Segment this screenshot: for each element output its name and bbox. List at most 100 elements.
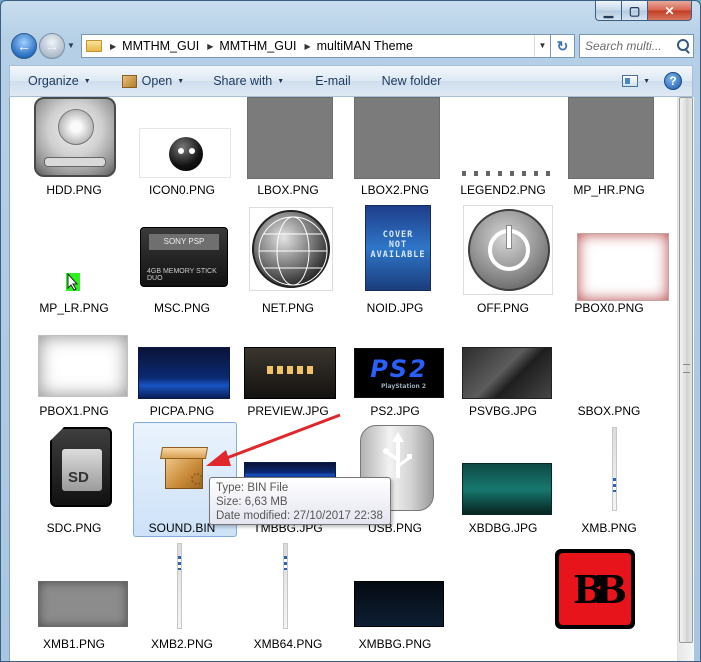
file-name-label[interactable]: PBOX0.PNG (557, 301, 661, 315)
file-name-label[interactable]: MP_HR.PNG (557, 183, 661, 197)
search-icon[interactable] (677, 39, 691, 53)
file-name-label[interactable]: MP_LR.PNG (22, 301, 126, 315)
close-button[interactable]: ✕ (648, 1, 692, 21)
blue-wave-icon (138, 347, 230, 399)
tooltip-size: Size: 6,63 MB (216, 496, 288, 508)
file-name-label[interactable]: OFF.PNG (451, 301, 555, 315)
gray-box-icon (247, 97, 333, 179)
file-name-label[interactable]: PS2.JPG (343, 404, 447, 418)
file-name-label[interactable]: PICPA.PNG (130, 404, 234, 418)
xmb-preview-icon (244, 347, 336, 399)
forward-button[interactable]: → (39, 33, 65, 59)
vertical-scrollbar[interactable] (677, 97, 694, 661)
open-label: Open (141, 74, 173, 88)
back-button[interactable]: ← (11, 33, 37, 59)
gray-box-icon (568, 97, 654, 179)
breadcrumb-item[interactable]: multiMAN Theme (317, 39, 413, 53)
folder-icon (86, 40, 102, 52)
black-orb-icon (139, 128, 231, 178)
file-name-label[interactable]: XMB.PNG (557, 521, 661, 535)
file-name-label[interactable]: XMB1.PNG (22, 637, 126, 651)
breadcrumb-separator-icon[interactable]: ▶ (207, 42, 213, 51)
scrollbar-thumb[interactable] (679, 97, 693, 643)
search-input[interactable] (585, 39, 677, 53)
file-name-label[interactable]: HDD.PNG (22, 183, 126, 197)
chevron-down-icon: ▼ (67, 41, 75, 50)
file-name-label[interactable]: NOID.JPG (343, 301, 447, 315)
tooltip-modified: Date modified: 27/10/2017 22:38 (216, 510, 383, 522)
open-button[interactable]: Open ▼ (100, 66, 194, 96)
file-tooltip: Type: BIN File Size: 6,63 MB Date modifi… (209, 477, 391, 525)
address-bar[interactable]: ▶ MMTHM_GUI ▶ MMTHM_GUI ▶ multiMAN Theme… (81, 34, 551, 58)
breadcrumb-item[interactable]: MMTHM_GUI (219, 39, 296, 53)
file-name-label[interactable]: XBDBG.JPG (451, 521, 555, 535)
hard-drive-icon (34, 97, 116, 177)
teal-rain-icon (462, 463, 552, 515)
package-box-icon (159, 445, 209, 491)
file-name-label[interactable]: MSC.PNG (130, 301, 234, 315)
file-list: HDD.PNG ICON0.PNG LBOX.PNG LBOX2.PNG LEGEND2… (9, 97, 694, 661)
breadcrumb-separator-icon[interactable]: ▶ (110, 42, 116, 51)
red-bb-logo-icon: BB (555, 549, 635, 629)
file-name-label[interactable]: LBOX.PNG (236, 183, 340, 197)
chevron-down-icon: ▼ (177, 77, 185, 85)
command-bar-right: ▼ ? (622, 66, 692, 96)
ps2-logo-icon: PS2 PlayStation 2 (354, 348, 444, 398)
organize-menu[interactable]: Organize ▼ (10, 66, 100, 96)
explorer-window: ▁ ▢ ✕ ← → ▼ ▶ MMTHM_GUI ▶ MMTHM_GUI ▶ mu… (0, 0, 701, 662)
file-name-label[interactable]: LEGEND2.PNG (451, 183, 555, 197)
cursor-green-small-icon (66, 272, 80, 291)
package-icon (121, 74, 137, 88)
file-name-label[interactable]: PREVIEW.JPG (236, 404, 340, 418)
search-box (579, 34, 694, 58)
file-name-label[interactable]: LBOX2.PNG (343, 183, 447, 197)
change-view-icon[interactable] (622, 75, 639, 87)
chevron-down-icon: ▼ (538, 41, 547, 50)
tooltip-type: Type: BIN File (216, 482, 289, 494)
chevron-down-icon: ▼ (277, 77, 285, 85)
dark-blue-gradient-icon (354, 581, 444, 627)
globe-icon (249, 207, 333, 291)
command-bar: Organize ▼ Open ▼ Share with ▼ E-mail New f… (9, 65, 693, 97)
memory-stick-icon: SONY PSP 4GB MEMORY STICK DUO (138, 223, 230, 293)
new-folder-button[interactable]: New folder (360, 66, 451, 96)
red-glow-frame-icon (577, 233, 669, 301)
power-button-icon (463, 205, 553, 295)
arrow-shaft (223, 413, 341, 461)
address-history-dropdown[interactable]: ▼ (534, 35, 550, 57)
gray-frame-icon (38, 581, 128, 627)
file-name-label[interactable]: PBOX1.PNG (22, 404, 126, 418)
refresh-button[interactable]: ↻ (551, 34, 575, 58)
file-name-label[interactable]: SDC.PNG (22, 521, 126, 535)
chevron-down-icon: ▼ (83, 77, 91, 85)
minimize-button[interactable]: ▁ (595, 1, 622, 21)
file-name-label[interactable]: SBOX.PNG (557, 404, 661, 418)
new-folder-label: New folder (381, 74, 442, 88)
breadcrumb-separator-icon[interactable]: ▶ (304, 42, 310, 51)
chevron-down-icon[interactable]: ▼ (643, 78, 650, 85)
vertical-strip-icon (612, 427, 617, 511)
navigation-bar: ← → ▼ ▶ MMTHM_GUI ▶ MMTHM_GUI ▶ multiMAN… (9, 31, 694, 61)
maximize-button[interactable]: ▢ (622, 1, 648, 21)
dark-texture-icon (462, 347, 552, 399)
file-name-label[interactable]: XMBBG.PNG (343, 637, 447, 651)
recent-pages-dropdown[interactable]: ▼ (67, 41, 75, 50)
cover-not-available-icon: COVER NOT AVAILABLE (365, 205, 431, 291)
help-icon[interactable]: ? (664, 72, 682, 90)
file-name-label[interactable]: XMB2.PNG (130, 637, 234, 651)
arrow-left-icon: ← (17, 38, 31, 54)
white-glow-frame-icon (38, 335, 128, 397)
sd-card-icon: SD (46, 427, 116, 509)
gray-box-icon (354, 97, 440, 179)
file-name-label[interactable]: XMB64.PNG (236, 637, 340, 651)
breadcrumb-item[interactable]: MMTHM_GUI (122, 39, 199, 53)
file-name-label[interactable]: PSVBG.JPG (451, 404, 555, 418)
share-with-label: Share with (213, 74, 273, 88)
caption-buttons: ▁ ▢ ✕ (595, 1, 692, 22)
email-button[interactable]: E-mail (293, 66, 359, 96)
file-name-label[interactable]: ICON0.PNG (130, 183, 234, 197)
vertical-strip-icon (283, 543, 288, 629)
share-with-menu[interactable]: Share with ▼ (193, 66, 293, 96)
arrow-right-icon: → (45, 38, 59, 54)
file-name-label[interactable]: NET.PNG (236, 301, 340, 315)
